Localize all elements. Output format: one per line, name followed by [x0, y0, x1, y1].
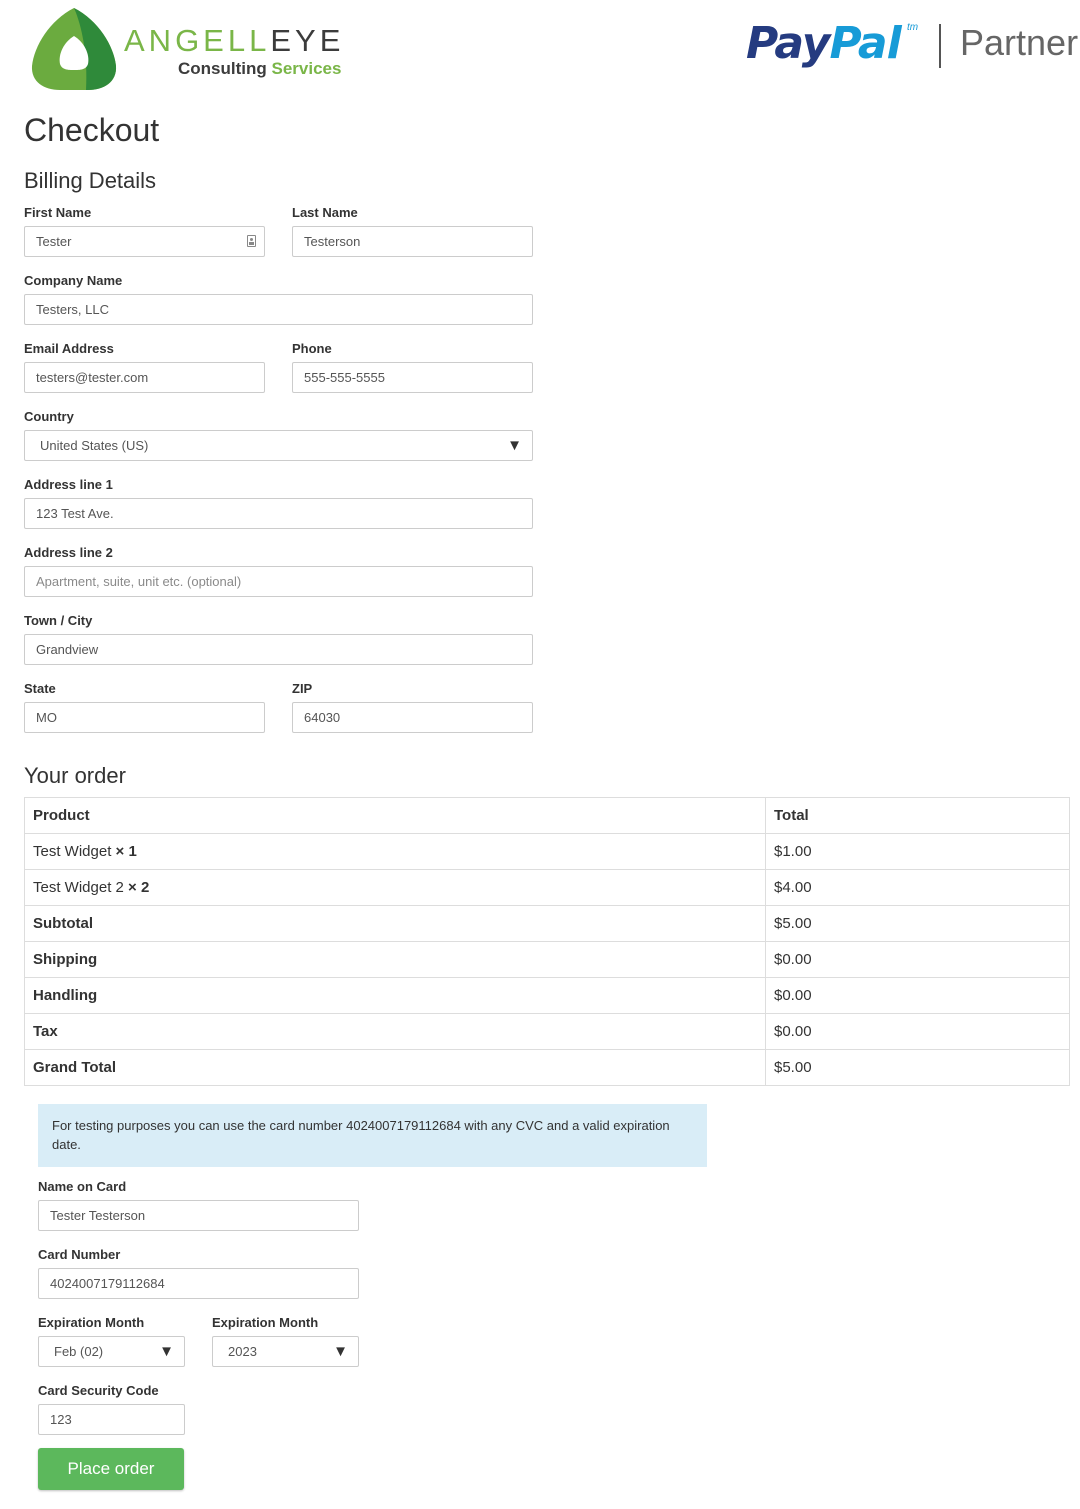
angelleye-logo[interactable]: ANGELLEYE Consulting Services — [30, 6, 350, 92]
zip-label: ZIP — [292, 681, 313, 696]
brand-tagline: Consulting Services — [178, 59, 342, 78]
chevron-down-icon: ▼ — [159, 1343, 174, 1360]
page-title: Checkout — [24, 112, 160, 148]
test-card-notice: For testing purposes you can use the car… — [38, 1104, 707, 1167]
summary-value: $0.00 — [765, 941, 1070, 978]
subtotal-row: Subtotal $5.00 — [24, 905, 1070, 942]
expiration-month-label: Expiration Month — [38, 1315, 145, 1330]
company-name-field[interactable]: Testers, LLC — [24, 294, 533, 325]
expiration-month-select[interactable]: Feb (02) ▼ — [38, 1336, 185, 1367]
summary-label: Subtotal — [24, 905, 766, 942]
handling-row: Handling $0.00 — [24, 977, 1070, 1014]
city-label: Town / City — [24, 613, 93, 628]
summary-value: $0.00 — [765, 1013, 1070, 1050]
product-quantity: × 1 — [115, 843, 137, 860]
address-line1-field[interactable]: 123 Test Ave. — [24, 498, 533, 529]
expiration-year-label: Expiration Month — [212, 1315, 319, 1330]
contact-card-icon[interactable] — [247, 235, 256, 247]
card-security-code-label: Card Security Code — [38, 1383, 159, 1398]
product-name: Test Widget — [33, 843, 112, 860]
country-label: Country — [24, 409, 74, 424]
table-row: Test Widget × 1 $1.00 — [24, 833, 1070, 870]
email-label: Email Address — [24, 341, 114, 356]
product-cell: Test Widget 2 × 2 — [24, 869, 766, 906]
chevron-down-icon: ▼ — [333, 1343, 348, 1360]
logo-divider — [939, 24, 941, 68]
summary-label: Handling — [24, 977, 766, 1014]
summary-label: Shipping — [24, 941, 766, 978]
city-field[interactable]: Grandview — [24, 634, 533, 665]
company-name-label: Company Name — [24, 273, 123, 288]
phone-label: Phone — [292, 341, 332, 356]
zip-field[interactable]: 64030 — [292, 702, 533, 733]
email-field[interactable]: testers@tester.com — [24, 362, 265, 393]
product-cell: Test Widget × 1 — [24, 833, 766, 870]
paypal-partner-logo: PayPal tm Partner — [746, 10, 1079, 74]
column-header-product: Product — [24, 797, 766, 834]
expiration-year-select[interactable]: 2023 ▼ — [212, 1336, 359, 1367]
country-value: United States (US) — [40, 438, 149, 453]
first-name-field[interactable]: Tester — [24, 226, 265, 257]
total-cell: $4.00 — [765, 869, 1070, 906]
phone-field[interactable]: 555-555-5555 — [292, 362, 533, 393]
card-number-label: Card Number — [38, 1247, 121, 1262]
summary-label: Grand Total — [24, 1049, 766, 1086]
billing-heading: Billing Details — [24, 168, 157, 193]
address-line2-field[interactable]: Apartment, suite, unit etc. (optional) — [24, 566, 533, 597]
place-order-button[interactable]: Place order — [38, 1448, 184, 1490]
tax-row: Tax $0.00 — [24, 1013, 1070, 1050]
paypal-wordmark: PayPal — [746, 18, 902, 69]
table-row: Test Widget 2 × 2 $4.00 — [24, 869, 1070, 906]
card-security-code-field[interactable]: 123 — [38, 1404, 185, 1435]
country-select[interactable]: United States (US) ▼ — [24, 430, 533, 461]
expiration-month-value: Feb (02) — [54, 1344, 104, 1359]
expiration-year-value: 2023 — [228, 1344, 257, 1359]
name-on-card-field[interactable]: Tester Testerson — [38, 1200, 359, 1231]
summary-value: $5.00 — [765, 905, 1070, 942]
order-table: Product Total Test Widget × 1 $1.00 Test… — [24, 797, 1070, 1086]
angelleye-mark-icon — [31, 8, 117, 90]
last-name-label: Last Name — [292, 205, 358, 220]
address-line1-label: Address line 1 — [24, 477, 113, 492]
summary-label: Tax — [24, 1013, 766, 1050]
last-name-field[interactable]: Testerson — [292, 226, 533, 257]
grand-total-row: Grand Total $5.00 — [24, 1049, 1070, 1086]
state-label: State — [24, 681, 56, 696]
card-number-field[interactable]: 4024007179112684 — [38, 1268, 359, 1299]
product-name: Test Widget 2 — [33, 879, 124, 896]
product-quantity: × 2 — [128, 879, 150, 896]
total-cell: $1.00 — [765, 833, 1070, 870]
order-heading: Your order — [24, 763, 126, 788]
shipping-row: Shipping $0.00 — [24, 941, 1070, 978]
summary-value: $0.00 — [765, 977, 1070, 1014]
name-on-card-label: Name on Card — [38, 1179, 127, 1194]
address-line2-label: Address line 2 — [24, 545, 113, 560]
trademark-mark: tm — [907, 22, 919, 33]
table-header-row: Product Total — [24, 797, 1070, 834]
brand-name: ANGELLEYE — [124, 23, 345, 58]
first-name-value: Tester — [36, 234, 72, 249]
summary-value: $5.00 — [765, 1049, 1070, 1086]
column-header-total: Total — [765, 797, 1070, 834]
partner-label: Partner — [960, 22, 1079, 63]
chevron-down-icon: ▼ — [507, 437, 522, 454]
first-name-label: First Name — [24, 205, 92, 220]
state-field[interactable]: MO — [24, 702, 265, 733]
